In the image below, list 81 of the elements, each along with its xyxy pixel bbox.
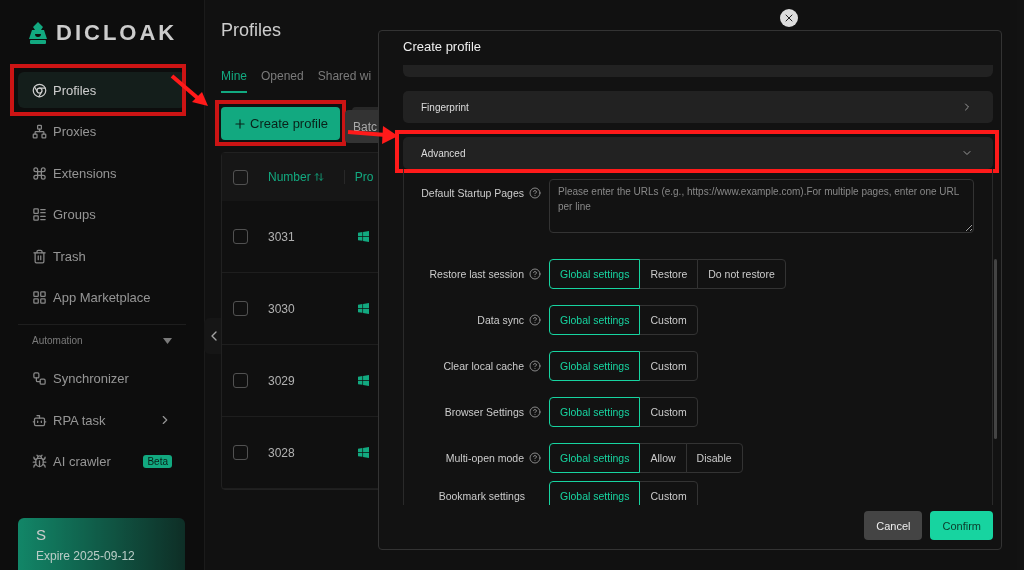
checkbox[interactable] xyxy=(233,301,248,316)
help-icon[interactable] xyxy=(529,314,541,326)
help-icon[interactable] xyxy=(529,452,541,464)
windows-icon xyxy=(358,303,369,314)
field-label: Clear local cache xyxy=(443,360,524,372)
chrome-icon xyxy=(32,82,47,98)
tab[interactable]: Opened xyxy=(261,69,304,93)
sidebar-item[interactable]: Groups xyxy=(18,196,186,233)
section-header[interactable]: Advanced xyxy=(403,137,993,169)
field-label: Default Startup Pages xyxy=(421,187,524,199)
segment-option[interactable]: Restore xyxy=(639,259,699,289)
checkbox[interactable] xyxy=(233,169,248,185)
robot-icon xyxy=(32,412,47,428)
windows-icon xyxy=(358,375,369,386)
logo-text: DICLOAK xyxy=(56,20,178,46)
checkbox[interactable] xyxy=(233,373,248,388)
section-header[interactable]: Fingerprint xyxy=(403,91,993,123)
pointer-arrow xyxy=(170,72,210,108)
caret-icon[interactable] xyxy=(163,337,172,344)
page-title: Profiles xyxy=(221,20,283,41)
collapse-button[interactable] xyxy=(204,318,224,354)
dialog-button[interactable]: Confirm xyxy=(930,511,993,540)
plus-icon xyxy=(233,116,247,131)
bug-icon xyxy=(32,454,47,470)
sort-icon[interactable] xyxy=(313,172,324,182)
column-header: Pro xyxy=(343,170,374,184)
windows-icon xyxy=(358,447,369,458)
segment-option[interactable]: Global settings xyxy=(549,305,641,335)
create-profile-button[interactable]: Create profile xyxy=(221,107,341,140)
logo-icon xyxy=(28,22,48,44)
sidebar-item[interactable]: Extensions xyxy=(18,155,186,192)
segment-option[interactable]: Global settings xyxy=(549,397,641,427)
startup-pages-field[interactable]: Please enter the URLs (e.g., https://www.example.com).For multiple pages, enter one URL per line xyxy=(549,179,974,233)
help-icon[interactable] xyxy=(529,268,541,280)
segment-option[interactable]: Custom xyxy=(639,351,698,381)
segment-option[interactable]: Global settings xyxy=(549,351,641,381)
checkbox[interactable] xyxy=(233,229,248,244)
sidebar-item[interactable]: Trash xyxy=(18,238,186,275)
table-cell-text: 3031 xyxy=(268,229,296,244)
help-icon[interactable] xyxy=(529,187,541,199)
segment-option[interactable]: Allow xyxy=(639,443,687,473)
field-label: Browser Settings xyxy=(444,406,524,418)
table-cell-text: 3029 xyxy=(268,373,296,388)
segment-option[interactable]: Global settings xyxy=(549,481,641,505)
table-cell-text: 3030 xyxy=(268,301,296,316)
table-cell-text: 3028 xyxy=(268,445,296,460)
column-header[interactable]: Number xyxy=(268,170,324,184)
tab[interactable]: Shared wi xyxy=(317,69,372,93)
field-label: Multi-open mode xyxy=(445,452,524,464)
sidebar-item[interactable]: Proxies xyxy=(18,113,186,150)
field-label: Bookmark settings xyxy=(438,490,525,502)
segment-option[interactable]: Disable xyxy=(685,443,743,473)
beta-badge: Beta xyxy=(143,455,172,469)
list-icon xyxy=(32,207,47,223)
checkbox[interactable] xyxy=(233,445,248,460)
help-icon[interactable] xyxy=(529,360,541,372)
field-label: Data sync xyxy=(477,314,524,326)
sidebar-item[interactable]: RPA task xyxy=(18,402,186,439)
tab[interactable]: Mine xyxy=(221,69,247,93)
trash-icon xyxy=(32,248,47,264)
section-label: Automation xyxy=(32,335,83,347)
windows-icon xyxy=(358,231,369,242)
dialog-title: Create profile xyxy=(403,39,483,56)
dialog-button[interactable]: Cancel xyxy=(864,511,923,540)
close-icon[interactable] xyxy=(780,9,798,27)
help-icon[interactable] xyxy=(529,406,541,418)
segment-option[interactable]: Global settings xyxy=(549,259,641,289)
sidebar-item[interactable]: AI crawler Beta xyxy=(18,443,186,480)
sidebar-item[interactable]: Synchronizer xyxy=(18,360,186,397)
sidebar-item[interactable]: App Marketplace xyxy=(18,279,186,316)
workflow-icon xyxy=(32,371,47,387)
segment-option[interactable]: Custom xyxy=(639,481,698,505)
network-icon xyxy=(32,124,47,140)
command-icon xyxy=(32,165,47,181)
segment-option[interactable]: Do not restore xyxy=(697,259,786,289)
segment-option[interactable]: Custom xyxy=(639,397,698,427)
segment-option[interactable]: Global settings xyxy=(549,443,641,473)
plan-card[interactable]: S Expire 2025-09-12 xyxy=(18,518,185,570)
field-label: Restore last session xyxy=(429,268,524,280)
grid-icon xyxy=(32,290,47,306)
segment-option[interactable]: Custom xyxy=(639,305,698,335)
